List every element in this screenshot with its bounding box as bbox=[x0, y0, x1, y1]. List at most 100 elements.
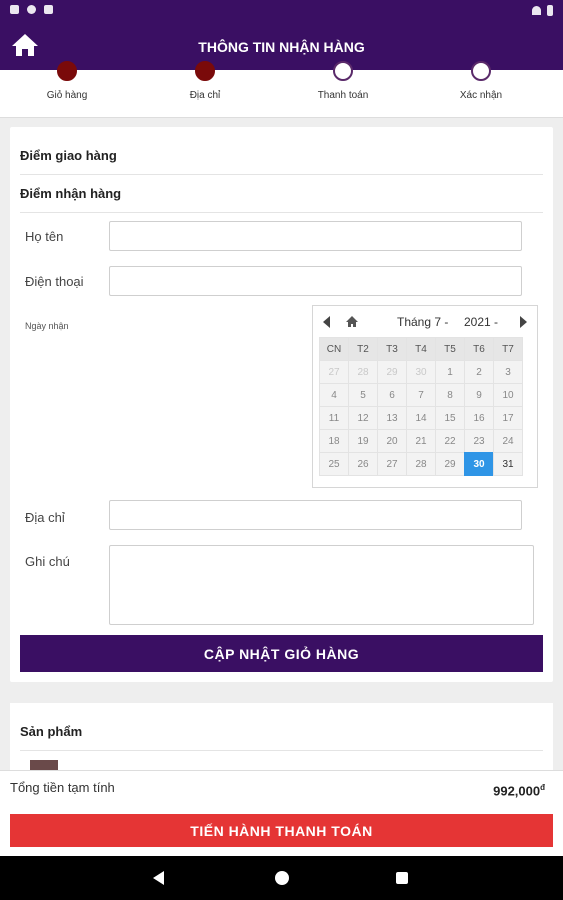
calendar-day: 27 bbox=[377, 452, 407, 476]
calendar-day: 27 bbox=[319, 360, 349, 384]
status-bar bbox=[0, 0, 563, 24]
calendar-day: 11 bbox=[319, 406, 349, 430]
back-icon[interactable] bbox=[153, 871, 164, 885]
step-label: Địa chỉ bbox=[189, 90, 221, 101]
weekday-label: T4 bbox=[406, 337, 436, 361]
recent-apps-icon[interactable] bbox=[396, 872, 408, 884]
calendar-day: 29 bbox=[377, 360, 407, 384]
battery-icon bbox=[547, 5, 553, 16]
calendar-day: 29 bbox=[435, 452, 465, 476]
calendar-month[interactable]: Tháng 7 - bbox=[397, 315, 448, 329]
step-label: Thanh toán bbox=[317, 90, 369, 101]
name-input[interactable] bbox=[109, 221, 522, 251]
calendar-day: 2 bbox=[464, 360, 494, 384]
calendar-day: 26 bbox=[348, 452, 378, 476]
weekday-row: CN T2 T3 T4 T5 T6 T7 bbox=[319, 337, 523, 361]
calendar-day: 25 bbox=[319, 452, 349, 476]
today-icon[interactable] bbox=[345, 315, 359, 328]
next-month-icon[interactable] bbox=[520, 316, 527, 328]
prev-month-icon[interactable] bbox=[323, 316, 330, 328]
wifi-icon bbox=[532, 6, 541, 15]
step-label: Xác nhận bbox=[459, 90, 503, 101]
weekday-label: T7 bbox=[493, 337, 523, 361]
calendar-day: 28 bbox=[406, 452, 436, 476]
calendar-day: 9 bbox=[464, 383, 494, 407]
weekday-label: CN bbox=[319, 337, 349, 361]
calendar-day: 22 bbox=[435, 429, 465, 453]
step-indicator bbox=[471, 61, 491, 81]
receive-point-title: Điểm nhận hàng bbox=[20, 186, 122, 201]
step-label: Giỏ hàng bbox=[46, 90, 88, 101]
sync-icon bbox=[27, 5, 36, 14]
calendar-day: 30 bbox=[406, 360, 436, 384]
products-title: Sản phẩm bbox=[20, 724, 83, 739]
date-label: Ngày nhận bbox=[25, 321, 69, 331]
divider bbox=[20, 212, 543, 213]
calendar-day: 5 bbox=[348, 383, 378, 407]
divider bbox=[20, 750, 543, 751]
calendar-day-selected[interactable]: 30 bbox=[464, 452, 494, 476]
system-nav-bar bbox=[0, 856, 563, 900]
calendar-week: 4 5 6 7 8 9 10 bbox=[319, 383, 523, 407]
step-indicator bbox=[57, 61, 77, 81]
calendar-day: 28 bbox=[348, 360, 378, 384]
calendar-day: 24 bbox=[493, 429, 523, 453]
delivery-point-title: Điểm giao hàng bbox=[20, 148, 117, 163]
calendar-day: 20 bbox=[377, 429, 407, 453]
checkout-footer: Tổng tiền tạm tính 992,000đ TIẾN HÀNH TH… bbox=[0, 770, 563, 856]
home-circle-icon[interactable] bbox=[275, 871, 289, 885]
calendar-day: 15 bbox=[435, 406, 465, 430]
update-cart-button[interactable]: CẬP NHẬT GIỎ HÀNG bbox=[20, 635, 543, 672]
weekday-label: T5 bbox=[435, 337, 465, 361]
date-picker: Tháng 7 - 2021 - CN T2 T3 T4 T5 T6 T7 27… bbox=[312, 305, 538, 488]
note-label: Ghi chú bbox=[25, 554, 70, 569]
calendar-day[interactable]: 31 bbox=[493, 452, 523, 476]
name-label: Họ tên bbox=[25, 229, 64, 244]
subtotal-label: Tổng tiền tạm tính bbox=[10, 780, 115, 795]
calendar-day: 8 bbox=[435, 383, 465, 407]
calendar-day: 21 bbox=[406, 429, 436, 453]
address-label: Địa chỉ bbox=[25, 510, 65, 525]
note-textarea[interactable] bbox=[109, 545, 534, 625]
step-indicator bbox=[195, 61, 215, 81]
checkout-steps: Giỏ hàng Địa chỉ Thanh toán Xác nhận bbox=[0, 61, 563, 118]
calendar-day: 23 bbox=[464, 429, 494, 453]
storage-icon bbox=[44, 5, 53, 14]
page-title: THÔNG TIN NHẬN HÀNG bbox=[198, 39, 365, 55]
phone-label: Điện thoại bbox=[25, 274, 84, 289]
weekday-label: T2 bbox=[348, 337, 378, 361]
calendar-day: 18 bbox=[319, 429, 349, 453]
weekday-label: T3 bbox=[377, 337, 407, 361]
subtotal-amount: 992,000 bbox=[493, 783, 541, 799]
calendar-day: 6 bbox=[377, 383, 407, 407]
calendar-day: 17 bbox=[493, 406, 523, 430]
calendar-day: 3 bbox=[493, 360, 523, 384]
delivery-form-card: Điểm giao hàng Điểm nhận hàng Họ tên Điệ… bbox=[10, 127, 553, 682]
calendar-year[interactable]: 2021 - bbox=[464, 315, 498, 329]
calendar-week: 18 19 20 21 22 23 24 bbox=[319, 429, 523, 453]
calendar-day: 7 bbox=[406, 383, 436, 407]
calendar-grid: CN T2 T3 T4 T5 T6 T7 27 28 29 30 1 2 3 4… bbox=[319, 337, 523, 476]
calendar-header: Tháng 7 - 2021 - bbox=[313, 306, 537, 336]
subtotal-value: 992,000đ bbox=[493, 783, 545, 798]
divider bbox=[20, 174, 543, 175]
calendar-day: 16 bbox=[464, 406, 494, 430]
checkout-button[interactable]: TIẾN HÀNH THANH TOÁN bbox=[10, 814, 553, 847]
phone-input[interactable] bbox=[109, 266, 522, 296]
calendar-day: 10 bbox=[493, 383, 523, 407]
calendar-day: 19 bbox=[348, 429, 378, 453]
calendar-day: 13 bbox=[377, 406, 407, 430]
calendar-day: 1 bbox=[435, 360, 465, 384]
calendar-day: 12 bbox=[348, 406, 378, 430]
currency-symbol: đ bbox=[540, 783, 545, 792]
step-indicator bbox=[333, 61, 353, 81]
calendar-week: 11 12 13 14 15 16 17 bbox=[319, 406, 523, 430]
weekday-label: T6 bbox=[464, 337, 494, 361]
product-thumbnail[interactable] bbox=[30, 760, 58, 770]
address-input[interactable] bbox=[109, 500, 522, 530]
calendar-day: 4 bbox=[319, 383, 349, 407]
calendar-week: 25 26 27 28 29 30 31 bbox=[319, 452, 523, 476]
calendar-day: 14 bbox=[406, 406, 436, 430]
notification-icon bbox=[10, 5, 19, 14]
calendar-week: 27 28 29 30 1 2 3 bbox=[319, 360, 523, 384]
